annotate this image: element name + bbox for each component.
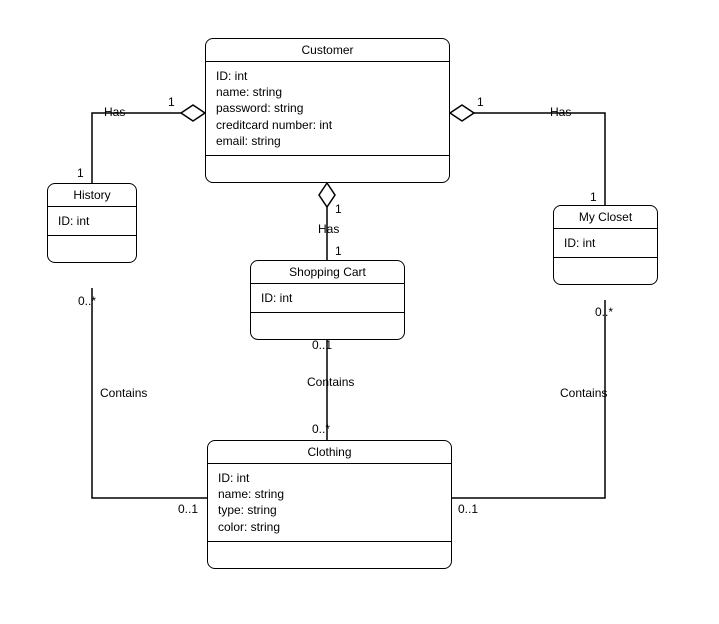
- class-ops: [206, 156, 449, 182]
- class-history: History ID: int: [47, 183, 137, 263]
- attr: name: string: [218, 486, 441, 502]
- class-title: Clothing: [208, 441, 451, 464]
- class-attrs: ID: int name: string type: string color:…: [208, 464, 451, 542]
- class-attrs: ID: int: [251, 284, 404, 313]
- multiplicity: 1: [335, 244, 342, 258]
- attr: ID: int: [216, 68, 439, 84]
- attr: name: string: [216, 84, 439, 100]
- multiplicity: 0..*: [78, 294, 96, 308]
- class-ops: [48, 236, 136, 262]
- class-title: Customer: [206, 39, 449, 62]
- attr: type: string: [218, 502, 441, 518]
- class-clothing: Clothing ID: int name: string type: stri…: [207, 440, 452, 569]
- relation-label: Contains: [307, 375, 354, 389]
- class-attrs: ID: int: [554, 229, 657, 258]
- class-ops: [208, 542, 451, 568]
- multiplicity: 0..*: [312, 422, 330, 436]
- multiplicity: 0..*: [595, 305, 613, 319]
- class-customer: Customer ID: int name: string password: …: [205, 38, 450, 183]
- relation-label: Has: [550, 105, 571, 119]
- relation-label: Contains: [100, 386, 147, 400]
- multiplicity: 1: [590, 190, 597, 204]
- class-shoppingcart: Shopping Cart ID: int: [250, 260, 405, 340]
- attr: creditcard number: int: [216, 117, 439, 133]
- class-mycloset: My Closet ID: int: [553, 205, 658, 285]
- multiplicity: 0..1: [178, 502, 198, 516]
- class-ops: [251, 313, 404, 339]
- relation-label: Contains: [560, 386, 607, 400]
- class-attrs: ID: int: [48, 207, 136, 236]
- uml-canvas: Customer ID: int name: string password: …: [0, 0, 719, 624]
- class-ops: [554, 258, 657, 284]
- multiplicity: 1: [335, 202, 342, 216]
- class-title: History: [48, 184, 136, 207]
- multiplicity: 0..1: [312, 338, 332, 352]
- class-attrs: ID: int name: string password: string cr…: [206, 62, 449, 156]
- attr: ID: int: [564, 235, 647, 251]
- attr: ID: int: [58, 213, 126, 229]
- attr: password: string: [216, 100, 439, 116]
- attr: color: string: [218, 519, 441, 535]
- class-title: My Closet: [554, 206, 657, 229]
- attr: email: string: [216, 133, 439, 149]
- multiplicity: 1: [477, 95, 484, 109]
- class-title: Shopping Cart: [251, 261, 404, 284]
- attr: ID: int: [261, 290, 394, 306]
- relation-label: Has: [104, 105, 125, 119]
- relation-label: Has: [318, 222, 339, 236]
- multiplicity: 1: [77, 166, 84, 180]
- multiplicity: 0..1: [458, 502, 478, 516]
- multiplicity: 1: [168, 95, 175, 109]
- attr: ID: int: [218, 470, 441, 486]
